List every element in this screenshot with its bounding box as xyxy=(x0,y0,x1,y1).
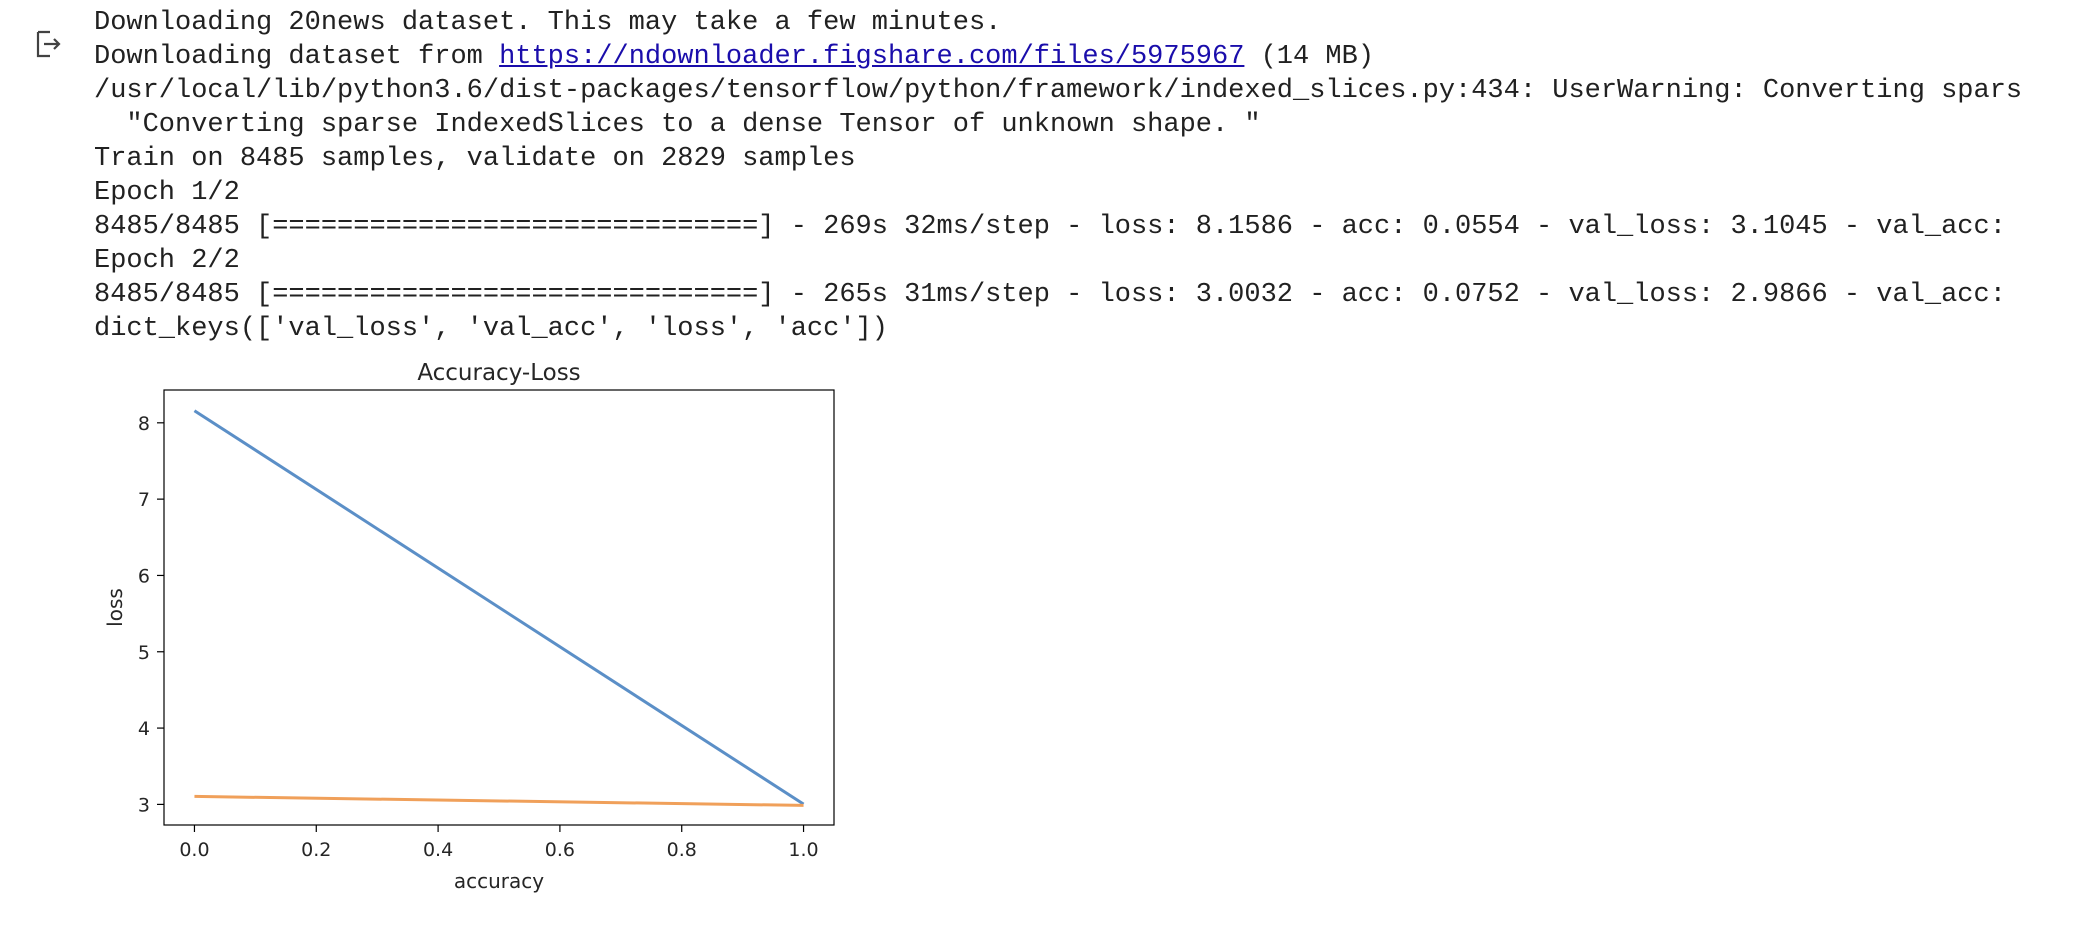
output-line: dict_keys(['val_loss', 'val_acc', 'loss'… xyxy=(94,314,888,344)
chart-container: Accuracy-Loss 0.0 0.2 0.4 0.6 0.8 1.0 3 4 5 6 7 8 acc… xyxy=(94,350,854,905)
y-tick-label: 3 xyxy=(138,794,150,816)
series-line-2 xyxy=(194,794,804,807)
x-tick-label: 0.4 xyxy=(423,839,453,861)
chart-title: Accuracy-Loss xyxy=(417,360,580,386)
progress-line: 8485/8485 [=============================… xyxy=(94,212,2006,242)
output-line: Downloading 20news dataset. This may tak… xyxy=(94,8,1002,38)
series-line-1 xyxy=(193,409,805,806)
output-line: Downloading dataset from https://ndownlo… xyxy=(94,40,2092,74)
dataset-link[interactable]: https://ndownloader.figshare.com/files/5… xyxy=(499,42,1244,72)
warning-line: /usr/local/lib/python3.6/dist-packages/t… xyxy=(94,76,2023,106)
x-axis-label: accuracy xyxy=(454,869,544,893)
output-text: Downloading dataset from xyxy=(94,42,500,72)
y-tick-label: 8 xyxy=(138,413,150,435)
x-tick-label: 0.8 xyxy=(667,839,697,861)
epoch-line: Epoch 1/2 xyxy=(94,178,240,208)
y-tick-label: 5 xyxy=(138,642,150,664)
x-tick-label: 0.0 xyxy=(179,839,209,861)
warning-line: "Converting sparse IndexedSlices to a de… xyxy=(94,110,1261,140)
output-line: Train on 8485 samples, validate on 2829 … xyxy=(94,144,856,174)
y-tick-label: 6 xyxy=(138,565,150,587)
x-tick-label: 1.0 xyxy=(788,839,818,861)
output-text: (14 MB) xyxy=(1244,42,1375,72)
y-tick-label: 4 xyxy=(138,718,150,740)
y-axis-label: loss xyxy=(103,588,127,627)
epoch-line: Epoch 2/2 xyxy=(94,246,240,276)
y-tick-label: 7 xyxy=(138,489,150,511)
x-tick-label: 0.2 xyxy=(301,839,331,861)
cell-output: Downloading 20news dataset. This may tak… xyxy=(94,6,2092,346)
accuracy-loss-chart: Accuracy-Loss 0.0 0.2 0.4 0.6 0.8 1.0 3 4 5 6 7 8 acc… xyxy=(103,360,835,893)
output-arrow-icon[interactable] xyxy=(30,27,64,61)
progress-line: 8485/8485 [=============================… xyxy=(94,280,2006,310)
x-tick-label: 0.6 xyxy=(545,839,575,861)
